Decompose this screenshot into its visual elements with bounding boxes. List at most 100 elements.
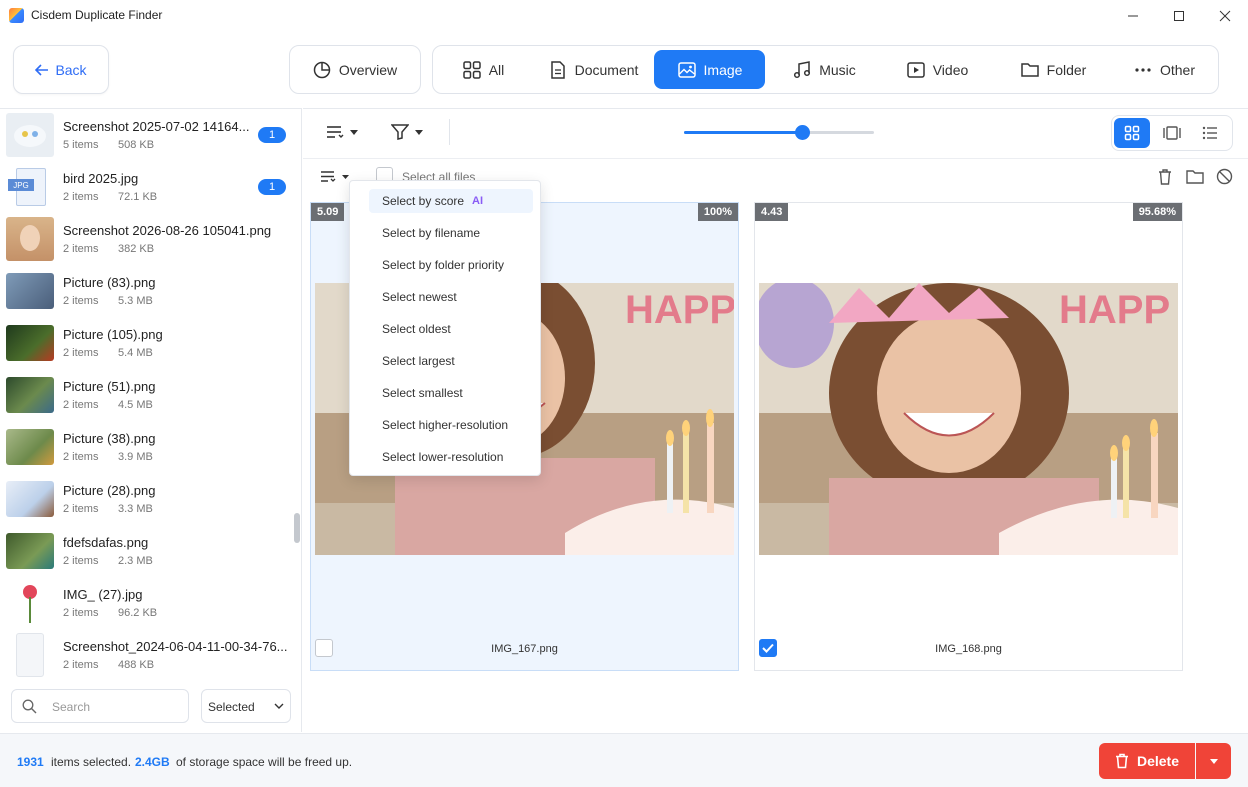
image-card[interactable]: 4.43 95.68% HAPP IMG_168.png — [754, 202, 1183, 671]
thumbnail — [6, 113, 54, 157]
chevron-down-icon — [274, 703, 284, 709]
folder-icon — [1020, 62, 1039, 77]
group-size: 5.4 MB — [118, 347, 153, 359]
tab-other[interactable]: Other — [1131, 50, 1197, 89]
overview-label: Overview — [338, 61, 398, 78]
folder-icon[interactable] — [1186, 169, 1204, 184]
file-name: IMG_168.png — [935, 643, 1002, 655]
duplicate-group-list: Screenshot 2025-07-02 14164... 5 items 5… — [0, 108, 302, 732]
tab-video[interactable]: Video — [903, 50, 971, 89]
caret-down-icon — [1209, 758, 1218, 764]
overview-button[interactable]: Overview — [289, 45, 421, 94]
menu-item-select-newest[interactable]: Select newest — [382, 290, 457, 304]
svg-text:HAPP: HAPP — [1059, 288, 1170, 332]
menu-item-select-by-folder-priority[interactable]: Select by folder priority — [382, 258, 504, 272]
window-title: Cisdem Duplicate Finder — [31, 8, 163, 22]
tab-music[interactable]: Music — [788, 50, 860, 89]
group-name: Screenshot_2024-06-04-11-00-34-76... — [63, 639, 288, 654]
tab-folder-label: Folder — [1046, 61, 1087, 78]
list-item[interactable]: JPG bird 2025.jpg 2 items 72.1 KB 1 — [0, 161, 292, 213]
delete-options-button[interactable] — [1196, 743, 1231, 779]
thumbnail — [6, 533, 54, 569]
select-options-button[interactable] — [320, 170, 349, 183]
list-item[interactable]: fdefsdafas.png 2 items 2.3 MB — [0, 525, 292, 577]
music-icon — [794, 60, 811, 78]
filter-select[interactable]: Selected — [201, 689, 291, 723]
menu-item-select-largest[interactable]: Select largest — [382, 354, 455, 368]
menu-item-select-oldest[interactable]: Select oldest — [382, 322, 451, 336]
freed-text: of storage space will be freed up. — [176, 755, 353, 769]
back-button[interactable]: Back — [13, 45, 109, 94]
slider-fill — [684, 131, 802, 134]
image-icon — [677, 61, 696, 78]
tab-all[interactable]: All — [455, 50, 511, 89]
list-view-button[interactable] — [1192, 118, 1228, 148]
menu-item-select-by-score[interactable]: Select by score AI — [369, 189, 533, 213]
filter-value: Selected — [208, 700, 255, 714]
category-tabs: All Document Image Music Video Folder Ot… — [432, 45, 1219, 94]
caret-down-icon — [342, 174, 349, 179]
filter-button[interactable] — [391, 124, 423, 140]
search-input[interactable]: Search — [11, 689, 189, 723]
list-item[interactable]: Screenshot 2025-07-02 14164... 5 items 5… — [0, 109, 292, 161]
group-count: 2 items — [63, 503, 99, 515]
thumbnail — [6, 273, 54, 309]
score-badge: 5.09 — [311, 203, 345, 221]
birthday-photo: HAPP — [759, 283, 1178, 555]
list-item[interactable]: Picture (51).png 2 items 4.5 MB — [0, 369, 292, 421]
tab-image[interactable]: Image — [654, 50, 765, 89]
thumbnail — [6, 217, 54, 261]
group-size: 5.3 MB — [118, 295, 153, 307]
group-size: 96.2 KB — [118, 607, 158, 619]
minimize-icon[interactable] — [1110, 0, 1156, 32]
grid-view-button[interactable] — [1114, 118, 1150, 148]
sidebar-scrollbar[interactable] — [294, 513, 300, 543]
sort-button[interactable] — [326, 125, 358, 139]
selected-count-badge: 1 — [258, 179, 286, 195]
list-item[interactable]: Picture (28).png 2 items 3.3 MB — [0, 473, 292, 525]
menu-item-select-smallest[interactable]: Select smallest — [382, 386, 463, 400]
sort-icon — [327, 126, 344, 138]
delete-button[interactable]: Delete — [1099, 743, 1195, 779]
video-icon — [906, 61, 925, 78]
selected-text: items selected. — [51, 755, 132, 769]
slider-handle[interactable] — [794, 125, 810, 140]
group-count: 2 items — [63, 399, 99, 411]
menu-item-select-by-filename[interactable]: Select by filename — [382, 226, 480, 240]
select-options-menu: Select by score AI Select by filename Se… — [349, 180, 541, 476]
toolbar-divider — [449, 119, 450, 145]
group-size: 488 KB — [118, 659, 155, 671]
list-item[interactable]: Picture (83).png 2 items 5.3 MB — [0, 265, 292, 317]
caret-down-icon — [415, 129, 423, 135]
selected-count: 1931 — [17, 755, 44, 769]
tab-image-label: Image — [703, 61, 743, 78]
list-item[interactable]: Screenshot_2024-06-04-11-00-34-76... 2 i… — [0, 629, 292, 681]
trash-icon[interactable] — [1157, 168, 1173, 185]
similarity-badge: 100% — [697, 203, 738, 221]
list-item[interactable]: Screenshot 2026-08-26 105041.png 2 items… — [0, 213, 292, 265]
tab-music-label: Music — [819, 61, 856, 78]
group-name: bird 2025.jpg — [63, 171, 139, 186]
tab-document[interactable]: Document — [543, 50, 643, 89]
group-size: 508 KB — [118, 139, 155, 151]
sort-icon — [321, 171, 336, 182]
thumbnail — [6, 581, 54, 625]
close-icon[interactable] — [1202, 0, 1248, 32]
maximize-icon[interactable] — [1156, 0, 1202, 32]
list-item[interactable]: Picture (105).png 2 items 5.4 MB — [0, 317, 292, 369]
list-item[interactable]: Picture (38).png 2 items 3.9 MB — [0, 421, 292, 473]
compare-view-button[interactable] — [1154, 118, 1190, 148]
list-item[interactable]: IMG_ (27).jpg 2 items 96.2 KB — [0, 577, 292, 629]
group-count: 2 items — [63, 295, 99, 307]
tab-folder[interactable]: Folder — [1018, 50, 1088, 89]
ai-badge: AI — [472, 195, 484, 207]
view-mode-group — [1111, 115, 1233, 151]
group-name: Screenshot 2025-07-02 14164... — [63, 119, 250, 134]
back-label: Back — [55, 61, 87, 78]
menu-item-select-higher-resolution[interactable]: Select higher-resolution — [382, 418, 508, 432]
ignore-icon[interactable] — [1216, 168, 1233, 185]
similarity-badge: 95.68% — [1132, 203, 1182, 221]
menu-item-select-lower-resolution[interactable]: Select lower-resolution — [382, 450, 503, 464]
image-preview: HAPP — [759, 283, 1178, 555]
group-count: 2 items — [63, 243, 99, 255]
